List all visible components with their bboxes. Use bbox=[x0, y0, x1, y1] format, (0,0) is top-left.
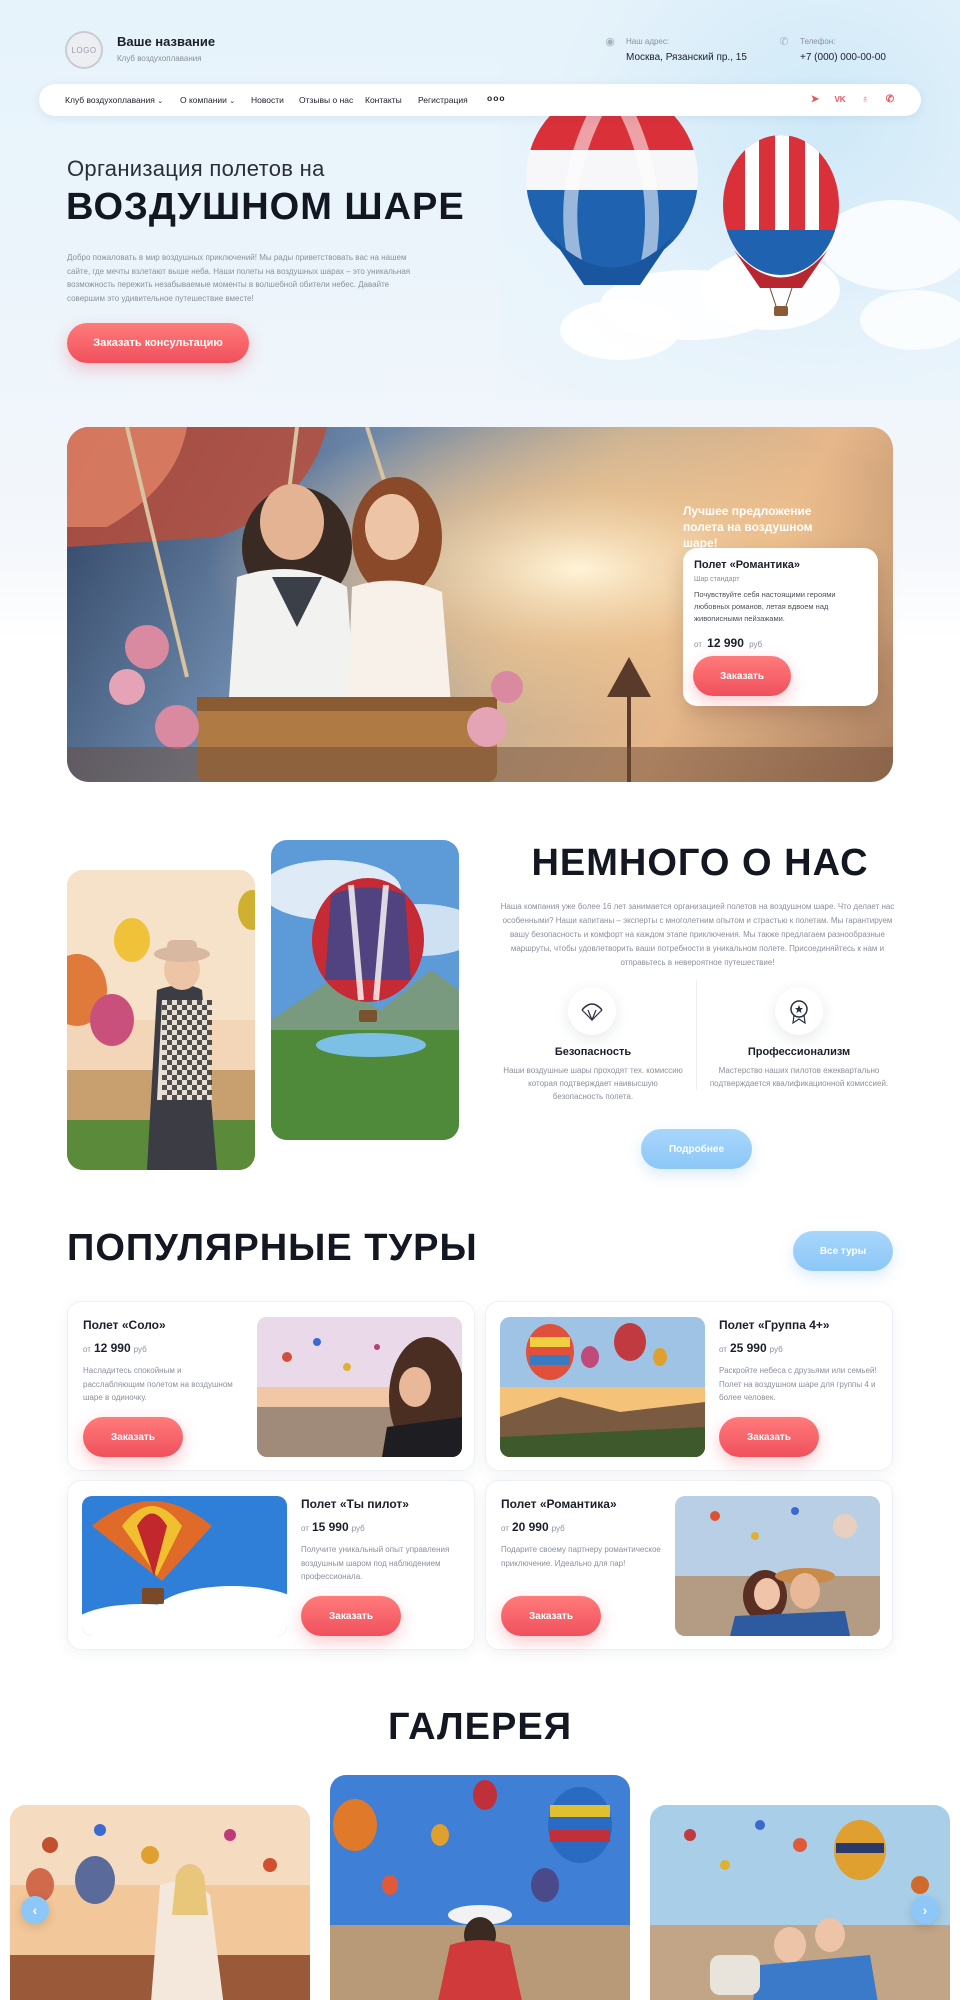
gallery-photo-center[interactable] bbox=[330, 1775, 630, 2000]
telegram-icon[interactable]: ➤ bbox=[809, 94, 821, 106]
hero-description: Добро пожаловать в мир воздушных приключ… bbox=[67, 253, 411, 303]
gallery-title: ГАЛЕРЕЯ bbox=[387, 1706, 573, 1748]
phone-value[interactable]: +7 (000) 000-00-00 bbox=[800, 52, 886, 63]
gallery-photo-right[interactable] bbox=[650, 1805, 950, 2000]
tour-card-romance: Полет «Романтика» от 20 990 руб Подарите с… bbox=[485, 1480, 893, 1650]
chevron-down-icon: ⌄ bbox=[157, 98, 164, 105]
offer-card-title: Полет «Романтика» bbox=[694, 559, 801, 571]
tour-order-button[interactable]: Заказать bbox=[501, 1596, 601, 1636]
brand-subtitle: Клуб воздухоплавания bbox=[117, 54, 202, 63]
tour-photo bbox=[675, 1496, 880, 1636]
feature-text-safety: Наши воздушные шары проходят тех. комисс… bbox=[503, 1066, 683, 1101]
tour-name: Полет «Романтика» bbox=[501, 1497, 617, 1511]
tour-name: Полет «Соло» bbox=[83, 1318, 166, 1332]
nav-item-news[interactable]: Новости bbox=[251, 95, 284, 105]
feature-title-professionalism: Профессионализм bbox=[747, 1046, 851, 1058]
tour-description: Насладитесь спокойным и расслабляющим по… bbox=[83, 1366, 233, 1402]
about-photo-balloon-lake bbox=[271, 840, 459, 1140]
about-title: НЕМНОГО О НАС bbox=[531, 842, 869, 884]
logo[interactable]: LOGO bbox=[65, 31, 103, 69]
tour-card-solo: Полет «Соло» от 12 990 руб Насладитесь спо… bbox=[67, 1301, 475, 1471]
nav-item-company[interactable]: О компании ⌄ bbox=[180, 95, 235, 105]
tour-description: Получите уникальный опыт управления возд… bbox=[301, 1545, 450, 1581]
feature-text-professionalism: Мастерство наших пилотов ежеквартально п… bbox=[709, 1066, 889, 1088]
feature-divider bbox=[696, 980, 697, 1090]
tour-photo bbox=[500, 1317, 705, 1457]
nav-item-registration[interactable]: Регистрация bbox=[418, 95, 468, 105]
tour-name: Полет «Ты пилот» bbox=[301, 1497, 409, 1511]
offer-order-button[interactable]: Заказать bbox=[693, 656, 791, 696]
tour-price: от 15 990 руб bbox=[301, 1520, 365, 1534]
hero-balloons-illustration bbox=[526, 110, 839, 316]
nav-item-contacts[interactable]: Контакты bbox=[365, 95, 402, 105]
tour-description: Подарите своему партнеру романтическое п… bbox=[501, 1545, 661, 1568]
tour-photo bbox=[82, 1496, 287, 1636]
nav-item-reviews[interactable]: Отзывы о нас bbox=[299, 95, 353, 105]
parachute-icon bbox=[568, 987, 616, 1035]
tour-price: от 12 990 руб bbox=[83, 1341, 147, 1355]
gallery-next-arrow-icon[interactable]: › bbox=[911, 1896, 939, 1924]
gallery-prev-arrow-icon[interactable]: ‹ bbox=[21, 1896, 49, 1924]
tour-order-button[interactable]: Заказать bbox=[83, 1417, 183, 1457]
tour-name: Полет «Группа 4+» bbox=[719, 1318, 830, 1332]
award-badge-icon bbox=[775, 987, 823, 1035]
tour-price: от 25 990 руб bbox=[719, 1341, 783, 1355]
cloud bbox=[860, 290, 960, 350]
vk-icon[interactable]: VK bbox=[834, 94, 846, 106]
phone-icon: ✆ bbox=[779, 36, 789, 48]
feature-title-safety: Безопасность bbox=[554, 1046, 632, 1058]
ok-icon[interactable]: ♁ bbox=[859, 94, 871, 106]
tour-price: от 20 990 руб bbox=[501, 1520, 565, 1534]
main-navigation: Клуб воздухоплавания ⌄ О компании ⌄ Ново… bbox=[39, 84, 921, 116]
all-tours-button[interactable]: Все туры bbox=[793, 1231, 893, 1271]
offer-card-subtitle: Шар стандарт bbox=[694, 576, 740, 583]
tour-description: Раскройте небеса с друзьями или семьей! … bbox=[719, 1366, 877, 1402]
consultation-button[interactable]: Заказать консультацию bbox=[67, 323, 249, 363]
offer-price: от 12 990 руб bbox=[694, 636, 763, 650]
tours-title: ПОПУЛЯРНЫЕ ТУРЫ bbox=[67, 1227, 478, 1269]
tour-card-pilot: Полет «Ты пилот» от 15 990 руб Получите ун… bbox=[67, 1480, 475, 1650]
phone-label: Телефон: bbox=[800, 37, 836, 46]
whatsapp-icon[interactable]: ✆ bbox=[884, 94, 896, 106]
about-photo-woman bbox=[67, 870, 255, 1170]
address-label: Наш адрес: bbox=[626, 37, 670, 46]
gallery-photo-left[interactable] bbox=[10, 1805, 310, 2000]
about-description: Наша компания уже более 16 лет занимаетс… bbox=[500, 902, 895, 967]
offer-headline: Лучшее предложение полета на воздушном ш… bbox=[683, 504, 813, 550]
chevron-down-icon: ⌄ bbox=[229, 98, 236, 105]
tour-order-button[interactable]: Заказать bbox=[301, 1596, 401, 1636]
more-menu-icon[interactable]: ooo bbox=[487, 93, 506, 103]
nav-item-club[interactable]: Клуб воздухоплавания ⌄ bbox=[65, 95, 163, 105]
tour-order-button[interactable]: Заказать bbox=[719, 1417, 819, 1457]
offer-card: Полет «Романтика» Шар стандарт Почувству… bbox=[683, 548, 878, 706]
tour-card-group: Полет «Группа 4+» от 25 990 руб Раскройте … bbox=[485, 1301, 893, 1471]
location-pin-icon: ◉ bbox=[605, 36, 615, 48]
hero-title: ВОЗДУШНОМ ШАРЕ bbox=[66, 186, 465, 228]
more-button[interactable]: Подробнее bbox=[641, 1129, 752, 1169]
hero-subtitle: Организация полетов на bbox=[67, 156, 325, 181]
logo-text: LOGO bbox=[71, 45, 97, 55]
address-value: Москва, Рязанский пр., 15 bbox=[626, 52, 747, 63]
offer-card-text: Почувствуйте себя настоящими героями люб… bbox=[694, 590, 836, 623]
tour-photo bbox=[257, 1317, 462, 1457]
brand-name: Ваше название bbox=[117, 34, 216, 49]
